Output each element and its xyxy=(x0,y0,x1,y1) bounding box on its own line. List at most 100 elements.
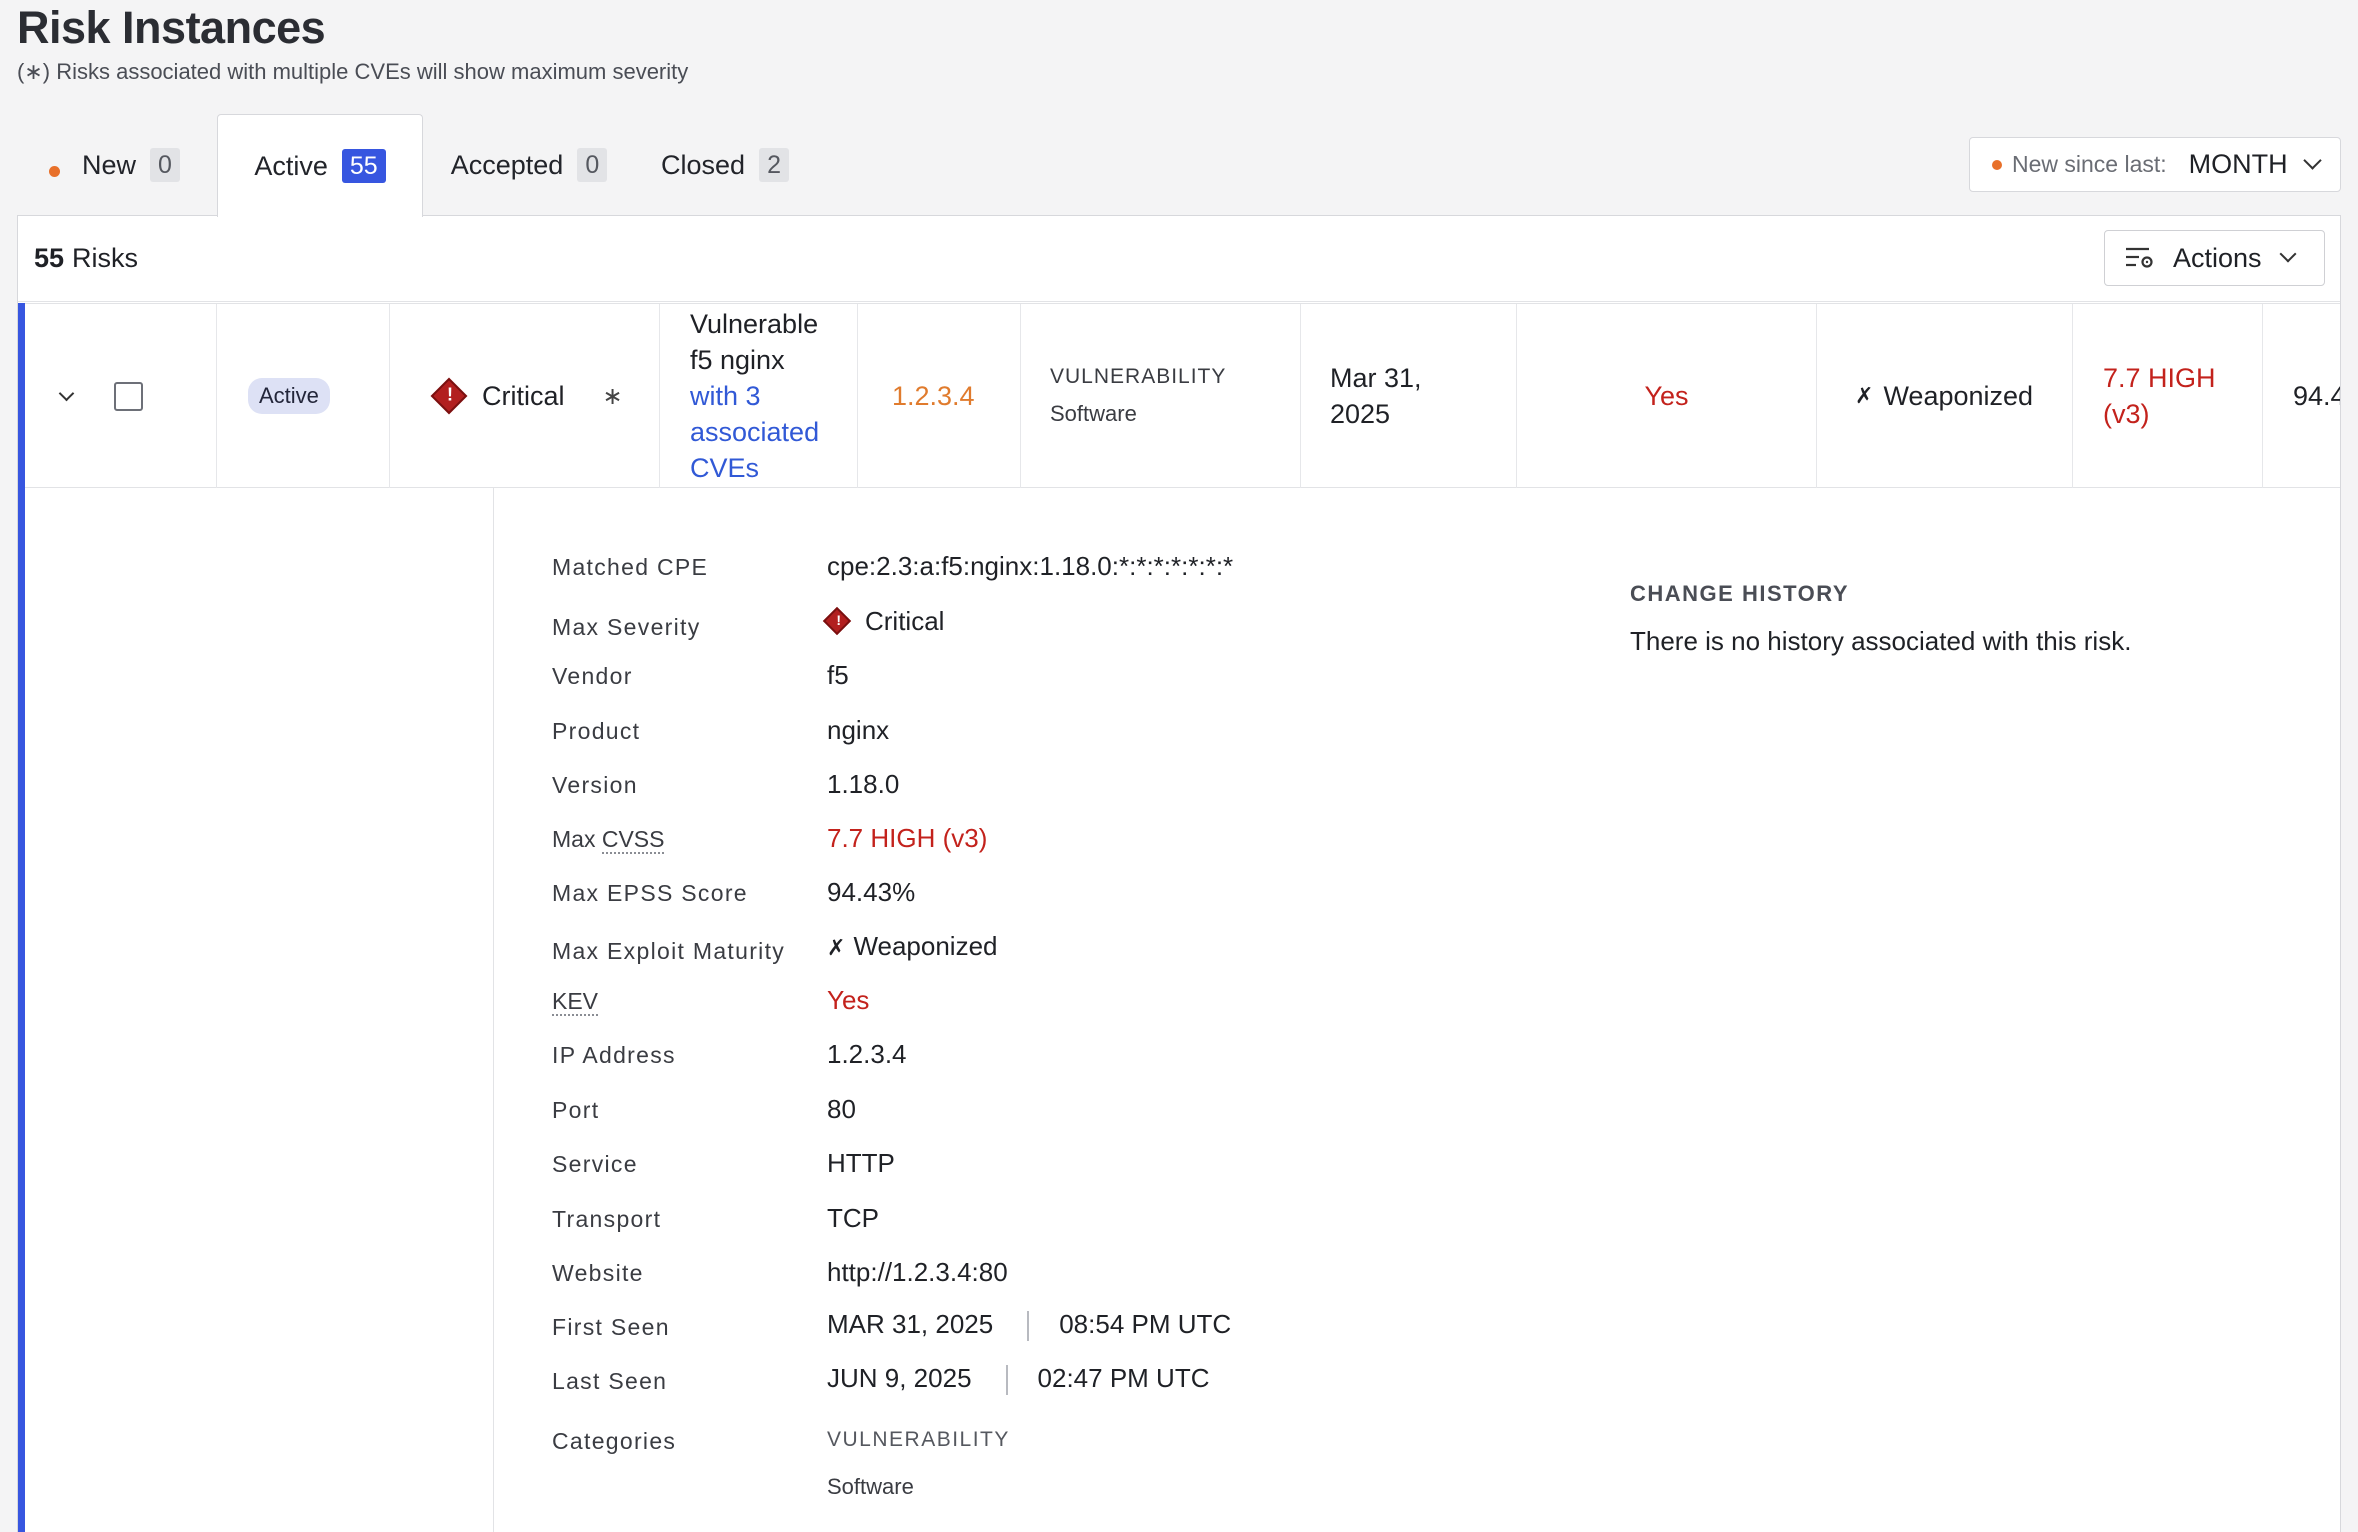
first-seen-time: 08:54 PM UTC xyxy=(1059,1309,1232,1339)
date-line: Mar 31, xyxy=(1330,363,1422,393)
status-cell: Active xyxy=(217,304,390,488)
category-cell: VULNERABILITY Software xyxy=(1021,304,1301,488)
kev-value: Yes xyxy=(1644,380,1689,411)
critical-severity-icon xyxy=(822,606,852,636)
multi-cve-marker: ∗ xyxy=(602,382,623,410)
last-seen-value: JUN 9, 2025 02:47 PM UTC xyxy=(827,1363,1210,1396)
risk-count: 55 xyxy=(34,243,65,273)
tab-label: Active xyxy=(254,150,328,181)
exploit-value: Weaponized xyxy=(1883,380,2034,411)
detail-label: Product xyxy=(552,718,641,744)
risk-count-label: Risks xyxy=(72,243,139,273)
epss-cell: 94.4 xyxy=(2263,304,2341,488)
first-seen-value: MAR 31, 2025 08:54 PM UTC xyxy=(827,1309,1232,1342)
detail-label: Vendor xyxy=(552,663,633,689)
risk-name-line: f5 nginx xyxy=(690,345,785,375)
ip-cell: 1.2.3.4 xyxy=(858,304,1021,488)
risks-summary: 55 Risks Actions xyxy=(18,216,2340,302)
subcategory-label: Software xyxy=(1050,401,1137,426)
detail-label: Last Seen xyxy=(552,1368,668,1394)
risk-name-cell: Vulnerable f5 nginx with 3 associated CV… xyxy=(660,304,858,488)
divider xyxy=(1005,1365,1008,1396)
row-controls xyxy=(25,304,217,488)
categories-category: VULNERABILITY xyxy=(827,1428,1010,1451)
selected-row-indicator xyxy=(18,303,25,1532)
tab-label: New xyxy=(82,149,137,180)
tab-count: 0 xyxy=(150,148,180,182)
critical-severity-icon xyxy=(430,377,468,415)
page-subtitle: (∗) Risks associated with multiple CVEs … xyxy=(17,59,689,84)
risk-name-line: Vulnerable xyxy=(690,309,819,339)
cvss-line: 7.7 HIGH xyxy=(2103,363,2216,393)
chevron-down-icon xyxy=(2279,245,2297,263)
tab-label: Accepted xyxy=(450,149,564,180)
last-seen-time: 02:47 PM UTC xyxy=(1037,1363,1210,1393)
risk-detail-panel: Matched CPE cpe:2.3:a:f5:nginx:1.18.0:*:… xyxy=(493,488,2340,1532)
max-epss-value: 94.43% xyxy=(827,877,916,907)
associated-cves-link[interactable]: with 3 xyxy=(690,378,761,414)
detail-label: Transport xyxy=(552,1206,662,1232)
product-value: nginx xyxy=(827,715,890,745)
detail-label: Service xyxy=(552,1151,638,1177)
ip-address-value: 1.2.3.4 xyxy=(827,1039,907,1069)
change-history-title: CHANGE HISTORY xyxy=(1630,581,1850,606)
detail-label: Max CVSS xyxy=(552,826,665,854)
detail-label: Version xyxy=(552,772,638,798)
tab-active[interactable]: Active 55 xyxy=(217,114,423,217)
epss-value: 94.4 xyxy=(2293,380,2341,411)
max-cvss-value: 7.7 HIGH (v3) xyxy=(827,823,988,853)
categories-subcategory: Software xyxy=(827,1474,914,1499)
weaponized-icon: ✗ xyxy=(827,935,846,960)
tab-accepted[interactable]: Accepted 0 xyxy=(423,114,635,216)
status-badge: Active xyxy=(248,378,330,414)
category-label: VULNERABILITY xyxy=(1050,365,1227,388)
tab-closed[interactable]: Closed 2 xyxy=(635,114,835,216)
tab-count: 55 xyxy=(341,149,386,183)
website-link[interactable]: http://1.2.3.4:80 xyxy=(827,1257,1008,1288)
change-history-empty-text: There is no history associated with this… xyxy=(1630,626,2132,656)
new-since-dropdown[interactable]: New since last: MONTH xyxy=(1969,137,2341,192)
detail-label: Matched CPE xyxy=(552,554,709,580)
tab-new[interactable]: New 0 xyxy=(17,114,217,216)
kev-value: Yes xyxy=(827,985,870,1015)
max-severity-text: Critical xyxy=(865,606,945,636)
associated-cves-link[interactable]: associated xyxy=(690,414,819,450)
severity-label: Critical xyxy=(482,380,565,411)
detail-label: First Seen xyxy=(552,1314,670,1340)
detail-label: Website xyxy=(552,1260,644,1286)
first-seen-date: MAR 31, 2025 xyxy=(827,1309,994,1339)
date-cell: Mar 31, 2025 xyxy=(1301,304,1517,488)
page-title: Risk Instances xyxy=(17,2,326,53)
collapse-row-chevron-icon[interactable] xyxy=(58,385,75,401)
table-row[interactable]: Active Critical ∗ Vulnerable f5 nginx wi… xyxy=(25,303,2341,488)
version-value: 1.18.0 xyxy=(827,769,900,799)
service-value: HTTP xyxy=(827,1148,895,1178)
transport-value: TCP xyxy=(827,1203,879,1233)
cvss-line: (v3) xyxy=(2103,399,2150,429)
new-since-value: MONTH xyxy=(2188,149,2288,179)
detail-label: Max Exploit Maturity xyxy=(552,938,786,964)
detail-label: KEV xyxy=(552,988,599,1016)
detail-label: Categories xyxy=(552,1428,677,1454)
chevron-down-icon xyxy=(2302,151,2322,170)
matched-cpe-value: cpe:2.3:a:f5:nginx:1.18.0:*:*:*:*:*:*:* xyxy=(827,551,1234,581)
cvss-cell: 7.7 HIGH (v3) xyxy=(2073,304,2263,488)
last-seen-date: JUN 9, 2025 xyxy=(827,1363,972,1393)
actions-label: Actions xyxy=(2173,242,2262,273)
risks-panel: 55 Risks Actions Active Critical ∗ xyxy=(17,215,2341,1532)
row-select-checkbox[interactable] xyxy=(114,381,143,411)
tab-label: Closed xyxy=(661,149,746,180)
actions-button[interactable]: Actions xyxy=(2104,230,2325,286)
associated-cves-link[interactable]: CVEs xyxy=(690,450,759,486)
max-exploit-text: Weaponized xyxy=(853,931,998,961)
divider xyxy=(1027,1311,1030,1342)
kev-cell: Yes xyxy=(1517,304,1817,488)
ip-address[interactable]: 1.2.3.4 xyxy=(892,381,975,412)
cvss-abbr[interactable]: CVSS xyxy=(601,826,665,854)
new-indicator-dot xyxy=(49,165,60,177)
vendor-value: f5 xyxy=(827,660,849,690)
tab-count: 0 xyxy=(577,148,608,182)
detail-label: Max EPSS Score xyxy=(552,880,748,906)
detail-label: Max Severity xyxy=(552,614,701,640)
kev-abbr[interactable]: KEV xyxy=(552,988,599,1016)
